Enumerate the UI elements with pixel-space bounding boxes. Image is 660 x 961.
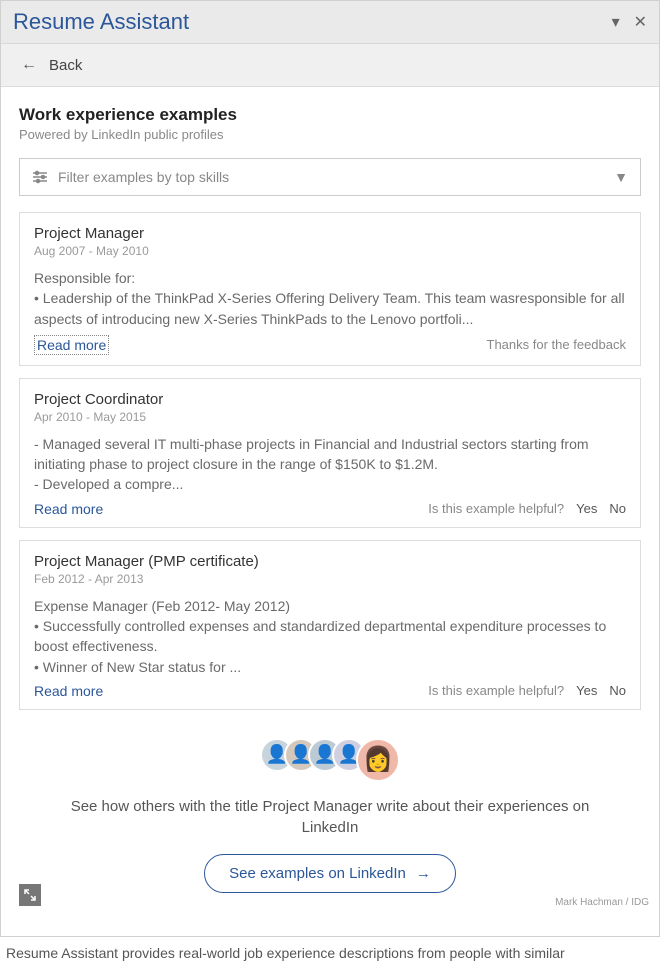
example-card: Project Manager Aug 2007 - May 2010 Resp…	[19, 212, 641, 366]
filter-placeholder: Filter examples by top skills	[58, 169, 604, 185]
linkedin-promo: 👤 👤 👤 👤 👩 See how others with the title …	[19, 722, 641, 903]
read-more-link[interactable]: Read more	[34, 335, 109, 355]
promo-text: See how others with the title Project Ma…	[49, 796, 611, 838]
feedback-thanks: Thanks for the feedback	[487, 337, 626, 352]
job-description: Responsible for: • Leadership of the Thi…	[34, 268, 626, 329]
close-icon[interactable]: ✕	[634, 12, 647, 32]
arrow-right-icon: →	[416, 865, 431, 882]
chevron-down-icon: ▼	[614, 169, 628, 185]
example-card: Project Manager (PMP certificate) Feb 20…	[19, 540, 641, 710]
back-label: Back	[49, 57, 82, 74]
feedback-prompt: Is this example helpful?	[428, 683, 564, 698]
panel-title: Resume Assistant	[13, 9, 612, 35]
job-description: - Managed several IT multi-phase project…	[34, 434, 626, 495]
job-title: Project Manager (PMP certificate)	[34, 553, 626, 570]
powered-by: Powered by LinkedIn public profiles	[19, 127, 641, 142]
resume-assistant-panel: Resume Assistant ▾ ✕ ← Back Work experie…	[0, 0, 660, 937]
feedback-no[interactable]: No	[609, 501, 626, 516]
back-bar[interactable]: ← Back	[1, 44, 659, 87]
read-more-link[interactable]: Read more	[34, 501, 103, 517]
titlebar: Resume Assistant ▾ ✕	[1, 1, 659, 44]
date-range: Apr 2010 - May 2015	[34, 410, 626, 424]
expand-icon[interactable]	[19, 884, 41, 906]
date-range: Aug 2007 - May 2010	[34, 244, 626, 258]
date-range: Feb 2012 - Apr 2013	[34, 572, 626, 586]
avatar-stack: 👤 👤 👤 👤 👩	[49, 738, 611, 782]
read-more-link[interactable]: Read more	[34, 683, 103, 699]
content-area: Work experience examples Powered by Link…	[1, 87, 659, 936]
caption-text: Resume Assistant provides real-world job…	[0, 937, 660, 961]
back-arrow-icon: ←	[21, 56, 37, 74]
chevron-down-icon[interactable]: ▾	[612, 12, 620, 32]
image-credit: Mark Hachman / IDG	[555, 897, 649, 908]
linkedin-button-label: See examples on LinkedIn	[229, 865, 406, 882]
feedback-yes[interactable]: Yes	[576, 683, 597, 698]
job-title: Project Manager	[34, 225, 626, 242]
feedback-no[interactable]: No	[609, 683, 626, 698]
feedback-prompt: Is this example helpful?	[428, 501, 564, 516]
section-title: Work experience examples	[19, 105, 641, 125]
filter-dropdown[interactable]: Filter examples by top skills ▼	[19, 158, 641, 196]
job-title: Project Coordinator	[34, 391, 626, 408]
filter-icon	[32, 170, 48, 184]
example-card: Project Coordinator Apr 2010 - May 2015 …	[19, 378, 641, 528]
feedback-yes[interactable]: Yes	[576, 501, 597, 516]
job-description: Expense Manager (Feb 2012- May 2012) • S…	[34, 596, 626, 677]
avatar: 👩	[356, 738, 400, 782]
see-on-linkedin-button[interactable]: See examples on LinkedIn →	[204, 854, 456, 893]
